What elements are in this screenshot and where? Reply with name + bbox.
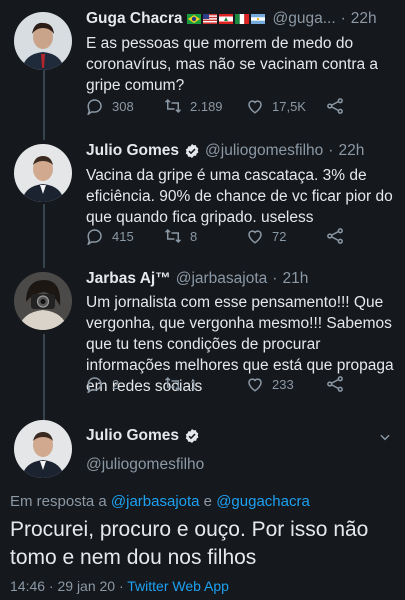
share-icon	[327, 98, 343, 114]
author-handle[interactable]: @juliogomesfilho	[86, 456, 204, 474]
share-icon	[327, 228, 343, 244]
retweet-button[interactable]: 8	[164, 227, 197, 245]
reply-button[interactable]: 2	[86, 375, 119, 393]
thread-line	[43, 204, 45, 268]
retweet-count: 8	[190, 228, 198, 244]
retweet-icon	[164, 228, 182, 244]
author-handle[interactable]: @guga...	[272, 10, 335, 28]
main-tweet-text: Procurei, procuro e ouço. Por isso não t…	[10, 518, 369, 569]
verified-badge-icon	[185, 144, 199, 158]
author-handle[interactable]: @jarbasajota	[176, 270, 268, 288]
reply-count: 2	[112, 376, 120, 392]
italy-flag-icon	[235, 13, 250, 24]
chevron-down-icon[interactable]	[378, 430, 392, 444]
share-button[interactable]	[326, 375, 344, 393]
reply-icon	[87, 229, 102, 245]
brazil-flag-icon	[187, 13, 202, 24]
share-button[interactable]	[326, 227, 344, 245]
retweet-button[interactable]: 2.189	[164, 97, 223, 115]
retweet-button[interactable]: 1	[164, 375, 197, 393]
avatar[interactable]	[14, 144, 72, 202]
reply-button[interactable]: 308	[86, 97, 134, 115]
like-count: 17,5K	[272, 98, 306, 114]
tweet-text: E as pessoas que morrem de medo do coron…	[86, 35, 379, 94]
tweet-time[interactable]: 22h	[351, 10, 377, 28]
argentina-flag-icon	[251, 13, 266, 24]
avatar[interactable]	[14, 420, 72, 478]
retweet-icon	[164, 98, 182, 114]
reply-context: Em resposta a @jarbasajota e @gugachacra	[10, 493, 310, 510]
like-count: 233	[272, 376, 294, 392]
share-button[interactable]	[326, 97, 344, 115]
usa-flag-icon	[203, 13, 218, 24]
reply-icon	[87, 377, 102, 393]
share-icon	[327, 376, 343, 392]
heart-icon	[248, 378, 262, 392]
reply-button[interactable]: 415	[86, 227, 134, 245]
author-name[interactable]: Guga Chacra	[86, 10, 182, 28]
reply-count: 308	[112, 98, 134, 114]
heart-icon	[248, 100, 262, 114]
lebanon-flag-icon	[219, 13, 234, 24]
heart-icon	[248, 230, 262, 244]
like-button[interactable]: 233	[246, 375, 294, 393]
author-handle[interactable]: @juliogomesfilho	[205, 142, 323, 160]
author-name[interactable]: Jarbas Aj™	[86, 270, 171, 288]
avatar[interactable]	[14, 12, 72, 70]
like-button[interactable]: 72	[246, 227, 286, 245]
tweet-text: Vacina da gripe é uma cascataça. 3% de e…	[86, 167, 393, 226]
author-name[interactable]: Julio Gomes	[86, 142, 179, 160]
like-button[interactable]: 17,5K	[246, 97, 306, 115]
tweet-time[interactable]: 22h	[338, 142, 364, 160]
mention-link[interactable]: @jarbasajota	[111, 493, 200, 510]
like-count: 72	[272, 228, 287, 244]
mention-link[interactable]: @gugachacra	[216, 493, 310, 510]
flag-icons	[187, 10, 267, 28]
reply-count: 415	[112, 228, 134, 244]
timestamp[interactable]: 14:46 · 29 jan 20 ·	[10, 578, 127, 594]
retweet-icon	[164, 376, 182, 392]
thread-line	[43, 334, 45, 420]
author-name[interactable]: Julio Gomes	[86, 427, 179, 445]
source-app-link[interactable]: Twitter Web App	[127, 578, 229, 594]
reply-icon	[87, 99, 102, 115]
verified-badge-icon	[185, 429, 199, 443]
tweet-meta: 14:46 · 29 jan 20 · Twitter Web App	[10, 578, 229, 594]
retweet-count: 1	[190, 376, 198, 392]
avatar[interactable]	[14, 272, 72, 330]
tweet-time[interactable]: 21h	[282, 270, 308, 288]
retweet-count: 2.189	[190, 98, 223, 114]
thread-line	[43, 70, 45, 140]
